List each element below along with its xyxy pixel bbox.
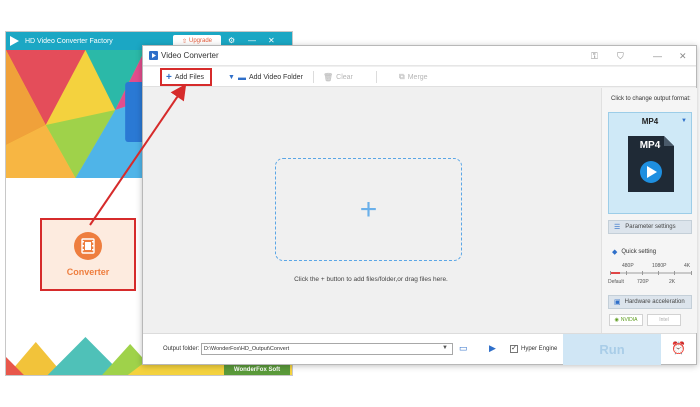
run-button[interactable]: Run xyxy=(563,334,661,365)
converter-tile[interactable]: Converter xyxy=(40,218,136,291)
nvidia-eye-icon: ◉ xyxy=(614,317,619,323)
converter-film-icon xyxy=(74,232,102,260)
format-name: MP4 xyxy=(641,117,659,126)
video-converter-window: Video Converter ⚿ ⛉ — ✕ + Add Files ▼ ▬ … xyxy=(142,45,697,365)
parameter-settings-button[interactable]: ☰ Parameter settings xyxy=(608,220,692,234)
add-video-folder-button[interactable]: ▼ ▬ Add Video Folder xyxy=(228,70,303,84)
quality-480p-label: 480P xyxy=(622,263,634,269)
slider-tick xyxy=(642,271,643,275)
quick-setting-label: ◆ Quick setting xyxy=(612,248,656,256)
quick-setting-icon: ◆ xyxy=(612,249,618,256)
hyper-engine-checkbox[interactable]: ✓ xyxy=(510,345,518,353)
upgrade-label: Upgrade xyxy=(189,38,213,44)
add-files-button[interactable]: + Add Files xyxy=(160,68,212,86)
merge-button[interactable]: ⧉ Merge xyxy=(399,70,428,84)
quick-setting-text: Quick setting xyxy=(621,249,657,255)
add-plus-icon[interactable]: + xyxy=(360,194,378,225)
quality-1080p-label: 1080P xyxy=(652,263,667,269)
hyper-engine-label: Hyper Engine xyxy=(521,346,558,352)
chip-icon: ▣ xyxy=(614,299,621,306)
nvidia-label: NVIDIA xyxy=(620,317,638,323)
main-window-title: Video Converter xyxy=(161,51,219,60)
quality-720p-label: 720P xyxy=(637,279,649,285)
wonderfox-brand-badge: WonderFox Soft xyxy=(224,364,290,375)
drop-hint-text: Click the + button to add files/folder,o… xyxy=(294,276,448,283)
format-dropdown-icon: ▼ xyxy=(681,118,687,124)
slider-tick xyxy=(674,271,675,275)
hardware-acceleration-label: Hardware acceleration xyxy=(624,299,685,305)
cart-icon[interactable]: ⛉ xyxy=(617,50,624,62)
quality-slider[interactable] xyxy=(610,271,692,275)
minimize-icon[interactable]: — xyxy=(653,50,662,62)
quality-4k-label: 4K xyxy=(684,263,691,269)
output-format-selector[interactable]: MP4 ▼ MP4 xyxy=(608,112,692,214)
intel-label: Intel xyxy=(659,317,669,323)
back-window-title: HD Video Converter Factory xyxy=(25,37,113,45)
trash-icon: 🗑 xyxy=(323,72,334,82)
quality-slider-fill xyxy=(610,272,620,274)
plus-icon: + xyxy=(166,71,172,83)
quality-default-label: Default xyxy=(608,279,624,285)
app-logo-icon xyxy=(10,36,21,46)
intel-gpu-badge[interactable]: Intel xyxy=(647,314,681,326)
output-folder-field[interactable]: D:\WonderFox\HD_Output\Convert xyxy=(201,343,453,355)
bottom-bar: Output folder: D:\WonderFox\HD_Output\Co… xyxy=(143,333,696,365)
slider-tick xyxy=(691,271,692,275)
open-folder-icon[interactable]: ▭ xyxy=(459,343,468,354)
toolbar-divider xyxy=(376,71,377,83)
clear-button[interactable]: 🗑 Clear xyxy=(323,70,353,84)
main-window-titlebar: Video Converter ⚿ ⛉ — ✕ xyxy=(143,46,696,66)
parameter-settings-label: Parameter settings xyxy=(625,224,676,230)
close-icon[interactable]: ✕ xyxy=(679,50,687,62)
merge-icon: ⧉ xyxy=(399,72,405,81)
preview-icon[interactable]: ▶ xyxy=(489,343,496,354)
folder-add-icon: ▬ xyxy=(237,72,246,82)
alarm-clock-icon[interactable]: ⏰ xyxy=(671,341,686,355)
format-icon-label: MP4 xyxy=(639,140,661,151)
toolbar: + Add Files ▼ ▬ Add Video Folder 🗑 Clear… xyxy=(143,67,696,87)
clear-label: Clear xyxy=(336,73,353,81)
nvidia-gpu-badge[interactable]: ◉ NVIDIA xyxy=(609,314,643,326)
file-drop-area[interactable]: + Click the + button to add files/folder… xyxy=(143,88,599,333)
upgrade-icon: ⇧ xyxy=(181,38,187,45)
slider-tick xyxy=(626,271,627,275)
sliders-icon: ☰ xyxy=(614,224,621,231)
key-icon[interactable]: ⚿ xyxy=(591,50,598,62)
video-converter-logo-icon xyxy=(149,51,158,60)
toolbar-divider xyxy=(313,71,314,83)
hardware-acceleration-button[interactable]: ▣ Hardware acceleration xyxy=(608,295,692,309)
merge-label: Merge xyxy=(407,73,428,81)
add-video-folder-label: Add Video Folder xyxy=(248,73,303,81)
change-format-label: Click to change output format: xyxy=(611,96,691,102)
output-format-panel: Click to change output format: MP4 ▼ MP4… xyxy=(601,88,697,333)
output-folder-label: Output folder: xyxy=(163,346,200,352)
drop-zone[interactable]: + xyxy=(275,158,462,261)
output-folder-dropdown-icon[interactable]: ▼ xyxy=(442,345,448,351)
quality-2k-label: 2K xyxy=(669,279,676,285)
dropdown-arrow-icon: ▼ xyxy=(228,73,235,81)
slider-tick xyxy=(658,271,659,275)
slider-tick xyxy=(610,271,611,275)
converter-label: Converter xyxy=(66,267,110,277)
add-files-label: Add Files xyxy=(174,73,205,81)
